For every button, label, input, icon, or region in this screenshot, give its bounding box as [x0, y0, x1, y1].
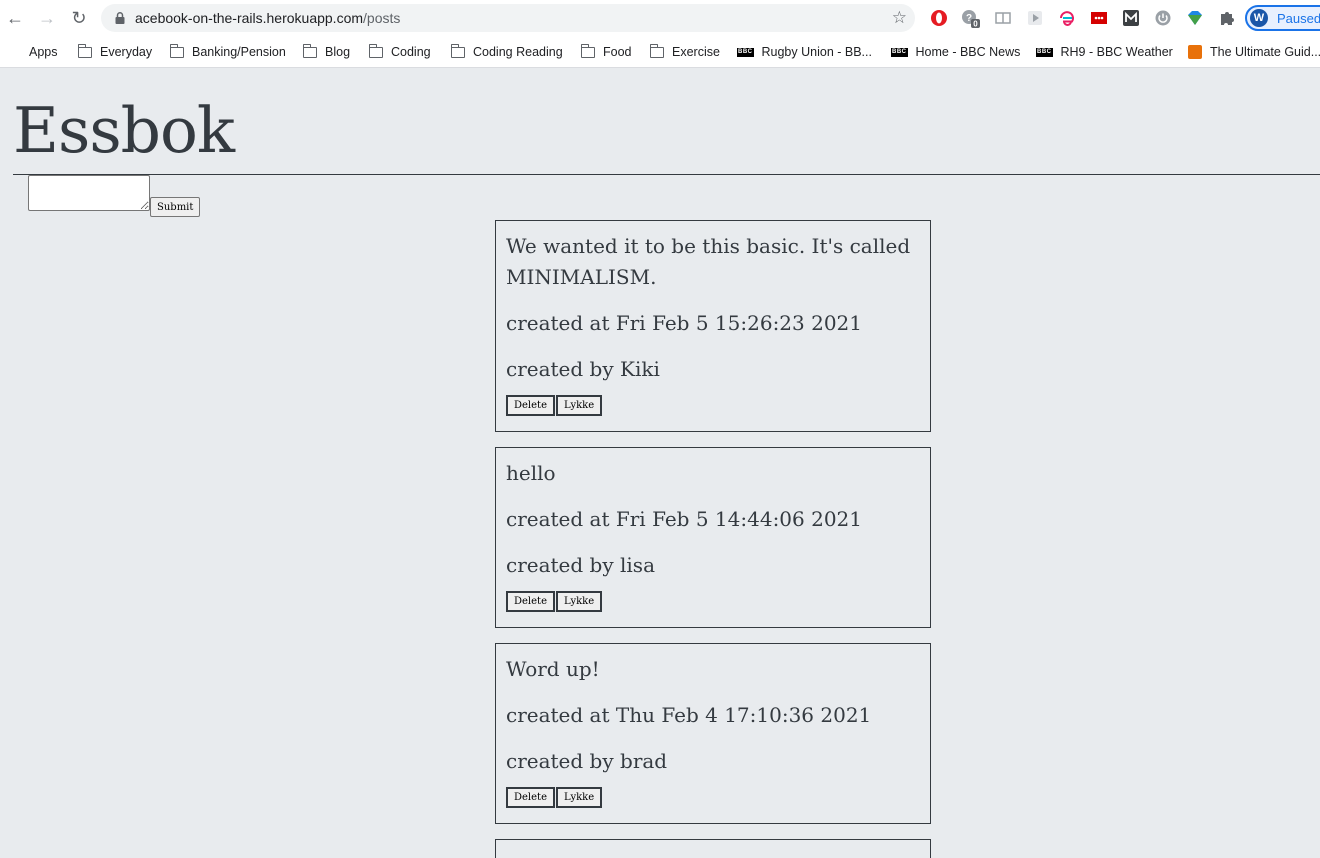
- post-actions: Delete Lykke: [506, 395, 920, 417]
- lock-icon: [115, 12, 125, 24]
- folder-icon: [169, 43, 184, 58]
- edge-extension-icon[interactable]: [1057, 8, 1077, 28]
- bookmark-everyday[interactable]: Everyday: [77, 43, 153, 61]
- post-card: hello created at Fri Feb 5 14:44:06 2021…: [495, 447, 931, 628]
- submit-button[interactable]: Submit: [150, 197, 201, 217]
- delete-button[interactable]: Delete: [506, 591, 555, 612]
- power-extension-icon[interactable]: [1153, 8, 1173, 28]
- folder-icon: [580, 43, 595, 58]
- bookmark-blog[interactable]: Blog: [302, 43, 351, 61]
- bookmark-label: Banking/Pension: [192, 45, 286, 59]
- post-created-by: created by lisa: [506, 553, 655, 577]
- avatar: W: [1250, 9, 1268, 27]
- bookmarks-bar: Apps Everyday Banking/Pension Blog Codin…: [0, 36, 1320, 68]
- post-message: Word up!: [506, 657, 600, 681]
- bookmark-apps[interactable]: Apps: [8, 43, 58, 61]
- bookmark-label: Exercise: [672, 45, 720, 59]
- bookmark-label: Blog: [325, 45, 351, 59]
- post-created-at: created at Thu Feb 4 17:10:36 2021: [506, 703, 872, 727]
- post-created-by: created by brad: [506, 749, 668, 773]
- bookmark-label: Rugby Union - BB...: [761, 45, 872, 59]
- like-button[interactable]: Lykke: [556, 591, 603, 612]
- post-created-at: created at Fri Feb 5 14:44:06 2021: [506, 507, 863, 531]
- red-extension-icon[interactable]: [1089, 8, 1109, 28]
- title-divider: [13, 174, 1320, 175]
- post-created-by: created by Kiki: [506, 357, 660, 381]
- back-arrow-icon[interactable]: ←: [3, 6, 27, 30]
- folder-icon: [450, 43, 465, 58]
- folder-icon: [77, 43, 92, 58]
- bookmark-ultimate-guide[interactable]: The Ultimate Guid...: [1188, 43, 1320, 61]
- address-bar[interactable]: acebook-on-the-rails.herokuapp.com/posts…: [101, 4, 915, 32]
- folder-icon: [649, 43, 664, 58]
- orange-bookmark-icon: [1188, 45, 1202, 59]
- url-path: /posts: [363, 10, 401, 26]
- page-title: Essbok: [13, 94, 235, 167]
- reader-extension-icon[interactable]: [993, 8, 1013, 28]
- bbc-icon: BBC: [891, 47, 908, 57]
- apps-icon: [8, 46, 21, 59]
- post-card: Word up! created at Thu Feb 4 17:10:36 2…: [495, 643, 931, 824]
- bookmark-coding-reading[interactable]: Coding Reading: [450, 43, 563, 61]
- puzzle-extensions-icon[interactable]: [1217, 8, 1237, 28]
- bookmark-banking-pension[interactable]: Banking/Pension: [169, 43, 286, 61]
- bookmark-coding[interactable]: Coding: [368, 43, 431, 61]
- bookmark-label: Food: [603, 45, 632, 59]
- bookmark-label: The Ultimate Guid...: [1210, 45, 1320, 59]
- post-created-at: created at Fri Feb 5 15:26:23 2021: [506, 311, 863, 335]
- bookmark-label: RH9 - BBC Weather: [1060, 45, 1173, 59]
- forward-arrow-icon[interactable]: →: [35, 6, 59, 30]
- bookmark-label: Coding: [391, 45, 431, 59]
- post-message: We wanted it to be this basic. It's call…: [506, 234, 911, 289]
- extension-badge: 0: [973, 20, 978, 29]
- bbc-icon: BBC: [737, 47, 754, 57]
- delete-button[interactable]: Delete: [506, 395, 555, 416]
- folder-icon: [368, 43, 383, 58]
- bookmark-food[interactable]: Food: [580, 43, 632, 61]
- post-card-partial: [495, 839, 931, 858]
- folder-icon: [302, 43, 317, 58]
- like-button[interactable]: Lykke: [556, 395, 603, 416]
- bookmark-label: Apps: [29, 45, 58, 59]
- reload-icon[interactable]: ↻: [67, 6, 91, 30]
- medium-extension-icon[interactable]: [1121, 8, 1141, 28]
- bookmark-exercise[interactable]: Exercise: [649, 43, 720, 61]
- play-extension-icon[interactable]: [1025, 8, 1045, 28]
- bbc-icon: BBC: [1036, 47, 1053, 57]
- url-text: acebook-on-the-rails.herokuapp.com/posts: [135, 10, 400, 26]
- bookmark-bbc-weather[interactable]: BBC RH9 - BBC Weather: [1036, 43, 1173, 61]
- bookmark-bbc-news[interactable]: BBC Home - BBC News: [891, 43, 1020, 61]
- bookmark-label: Coding Reading: [473, 45, 563, 59]
- bookmark-rugby-union[interactable]: BBC Rugby Union - BB...: [737, 43, 872, 61]
- bookmark-star-icon[interactable]: ☆: [892, 8, 907, 28]
- post-textarea[interactable]: [28, 175, 150, 211]
- bookmark-label: Home - BBC News: [915, 45, 1021, 59]
- profile-button[interactable]: W Paused: [1245, 5, 1320, 31]
- post-message: hello: [506, 461, 556, 485]
- browser-toolbar: ← → ↻ acebook-on-the-rails.herokuapp.com…: [0, 0, 1320, 36]
- profile-status: Paused: [1277, 11, 1320, 26]
- gem-extension-icon[interactable]: [1185, 8, 1205, 28]
- like-button[interactable]: Lykke: [556, 787, 603, 808]
- post-actions: Delete Lykke: [506, 591, 920, 613]
- bookmark-label: Everyday: [100, 45, 153, 59]
- post-actions: Delete Lykke: [506, 787, 920, 809]
- help-extension-icon[interactable]: ? 0: [960, 8, 980, 28]
- delete-button[interactable]: Delete: [506, 787, 555, 808]
- url-host: acebook-on-the-rails.herokuapp.com: [135, 10, 364, 26]
- opera-extension-icon[interactable]: [929, 8, 949, 28]
- post-card: We wanted it to be this basic. It's call…: [495, 220, 931, 432]
